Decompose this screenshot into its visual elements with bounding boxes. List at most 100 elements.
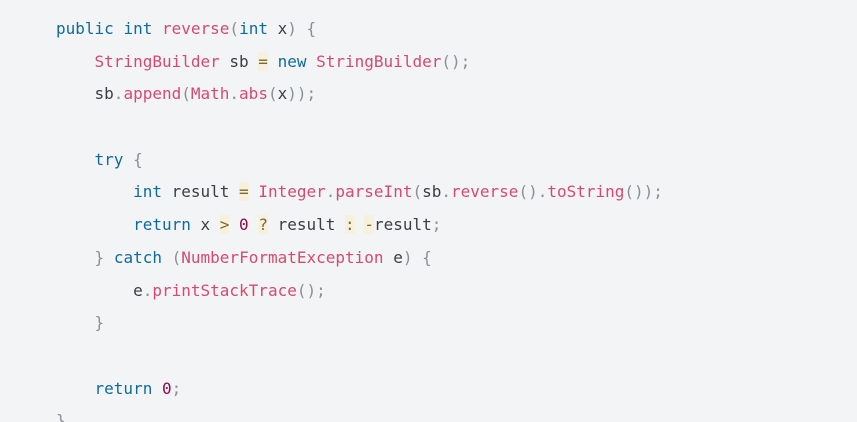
code-token: { <box>133 149 143 169</box>
code-token: ) <box>287 19 297 38</box>
code-token: } <box>56 411 66 422</box>
code-line: try { <box>56 144 857 177</box>
code-token: Integer <box>258 182 326 202</box>
code-line: e.printStackTrace(); <box>56 275 857 308</box>
code-token: = <box>239 182 249 202</box>
code-line: } <box>56 405 857 422</box>
code-line: int result = Integer.parseInt(sb.reverse… <box>56 176 857 209</box>
code-token: result <box>373 215 432 235</box>
code-token: int <box>133 182 162 202</box>
code-token: (); <box>296 280 326 300</box>
code-token: toString <box>547 182 625 202</box>
code-token: ( <box>171 247 182 267</box>
code-token: result <box>267 215 346 235</box>
code-token: reverse <box>161 19 230 38</box>
code-token: return <box>94 378 153 398</box>
code-token: ()); <box>624 182 663 202</box>
code-token: try <box>94 149 124 169</box>
code-token: abs <box>239 84 268 104</box>
code-token: : <box>345 215 355 235</box>
code-token: ( <box>412 182 423 202</box>
code-token: . <box>441 182 451 202</box>
code-token: x <box>190 215 220 235</box>
code-line: return x > 0 ? result : -result; <box>56 209 857 242</box>
code-token: { <box>422 247 432 267</box>
code-token: (). <box>518 182 548 202</box>
code-token: 0 <box>161 378 172 398</box>
code-line: sb.append(Math.abs(x)); <box>56 78 857 111</box>
code-token: sb <box>422 182 442 202</box>
code-token: parseInt <box>335 182 413 202</box>
code-token: reverse <box>451 182 519 202</box>
code-block: public int reverse(int x) { StringBuilde… <box>0 0 857 422</box>
code-token: append <box>123 84 182 104</box>
code-token: public <box>56 19 114 38</box>
code-line: } <box>56 307 857 340</box>
code-token: } <box>94 247 105 267</box>
code-token: ( <box>267 84 278 104</box>
code-token: e <box>56 280 143 300</box>
code-token: ; <box>171 378 182 398</box>
code-token: StringBuilder <box>94 51 220 71</box>
code-token: result <box>161 182 240 202</box>
code-token: . <box>325 182 336 202</box>
code-token: - <box>364 215 374 235</box>
code-token: new <box>277 51 307 71</box>
code-token: printStackTrace <box>152 280 297 300</box>
code-token: sb <box>219 51 259 71</box>
code-token: > <box>219 215 230 235</box>
code-token: x <box>277 84 288 104</box>
code-token: ; <box>431 215 442 235</box>
code-token: ? <box>258 215 268 235</box>
code-token: sb <box>56 84 114 104</box>
code-line: public int reverse(int x) { <box>56 13 857 46</box>
code-token: catch <box>113 247 162 267</box>
code-token: . <box>142 280 153 300</box>
code-token: x <box>267 19 288 38</box>
code-lines: public int reverse(int x) { StringBuilde… <box>56 13 857 422</box>
code-line: return 0; <box>56 373 857 406</box>
code-line: StringBuilder sb = new StringBuilder(); <box>56 46 857 79</box>
code-token: (); <box>441 51 471 71</box>
code-token: { <box>306 19 317 38</box>
code-token: int <box>239 19 268 38</box>
code-line: } catch (NumberFormatException e) { <box>56 242 857 275</box>
code-token: Math <box>190 84 230 104</box>
code-token: ( <box>229 19 240 38</box>
code-token: )); <box>287 84 317 104</box>
code-token: . <box>229 84 240 104</box>
code-token: e <box>383 247 403 267</box>
code-token: ( <box>181 84 191 104</box>
code-token: int <box>123 19 153 38</box>
code-token: . <box>113 84 124 104</box>
code-token: 0 <box>239 215 249 235</box>
code-token: NumberFormatException <box>181 247 384 267</box>
code-token: = <box>258 51 268 71</box>
code-token: StringBuilder <box>316 51 442 71</box>
code-token: } <box>94 313 105 333</box>
code-token: return <box>133 215 191 235</box>
